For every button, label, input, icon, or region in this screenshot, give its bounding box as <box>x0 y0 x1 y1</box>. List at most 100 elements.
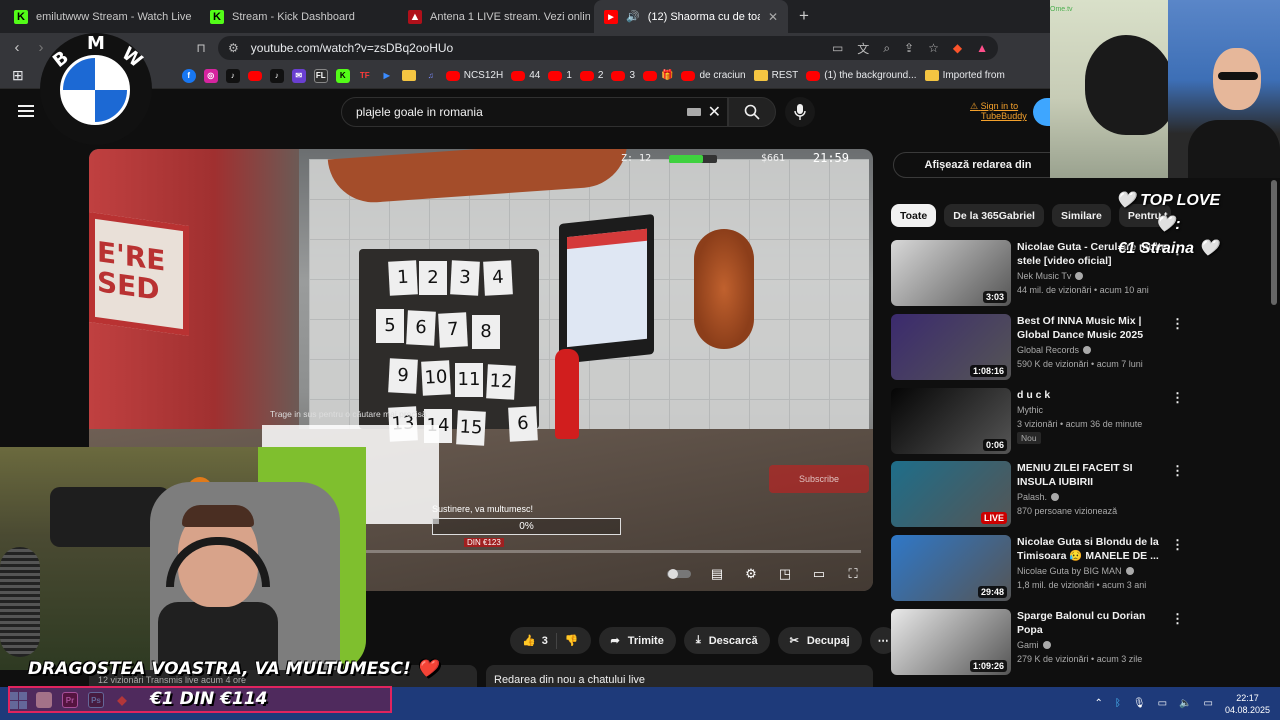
more-vert-icon[interactable]: ⋮ <box>1171 390 1184 406</box>
recommended-video[interactable]: 0:06 d u c k Mythic 3 vizionări • acum 36 d… <box>891 388 1271 456</box>
bookmark-item[interactable]: 44 <box>511 70 540 81</box>
bookmark-item[interactable]: de craciun <box>681 70 746 81</box>
channel-name[interactable]: Palash. <box>1017 492 1060 502</box>
menu-icon[interactable] <box>18 105 34 117</box>
bookmark-item[interactable]: NCS12H <box>445 70 503 81</box>
star-icon[interactable]: ☆ <box>928 41 939 55</box>
show-chat-replay-button[interactable]: Afișează redarea din <box>893 152 1063 178</box>
bookmark-item[interactable] <box>401 70 416 81</box>
bookmark-item[interactable]: 2 <box>579 70 603 81</box>
like-button[interactable]: 👍 3 <box>522 634 548 648</box>
bookmark-item[interactable]: (1) the background... <box>806 70 917 81</box>
forward-button[interactable]: › <box>32 39 50 57</box>
clear-search-icon[interactable]: ✕ <box>708 102 721 122</box>
video-title[interactable]: MENIU ZILEI FACEIT SI INSULA IUBIRII <box>1017 461 1167 489</box>
chevron-up-icon[interactable]: ⌃ <box>1095 698 1103 709</box>
bluetooth-icon[interactable]: ᛒ <box>1115 698 1121 709</box>
miniplayer-icon[interactable]: ◳ <box>777 566 793 581</box>
zoom-icon[interactable]: ⌕ <box>883 41 890 56</box>
bookmark-item[interactable]: ♫ <box>424 69 438 83</box>
recommended-video[interactable]: LIVE MENIU ZILEI FACEIT SI INSULA IUBIRII… <box>891 461 1271 529</box>
autoplay-toggle-icon[interactable] <box>667 567 691 581</box>
translate-icon[interactable]: 文 <box>857 40 869 57</box>
video-thumbnail[interactable]: 1:08:16 <box>891 314 1011 380</box>
brave-shield-icon[interactable]: ◆ <box>953 41 962 55</box>
share-button[interactable]: ➦ Trimite <box>598 627 676 654</box>
video-title[interactable]: Nicolae Guta si Blondu de la Timisoara 😥… <box>1017 535 1167 563</box>
video-title[interactable]: d u c k <box>1017 388 1167 402</box>
chip-all[interactable]: Toate <box>891 204 937 227</box>
chip-from-channel[interactable]: De la 365Gabriel <box>944 204 1044 227</box>
recommended-video[interactable]: 29:48 Nicolae Guta si Blondu de la Timiso… <box>891 535 1271 603</box>
bookmark-icon[interactable]: ⊓ <box>192 39 210 57</box>
video-thumbnail[interactable]: LIVE <box>891 461 1011 527</box>
search-button[interactable] <box>728 97 776 127</box>
bookmark-item[interactable]: 1 <box>548 70 572 81</box>
display-icon[interactable]: ▭ <box>1158 698 1167 709</box>
settings-icon[interactable]: ⚙ <box>743 566 759 581</box>
dislike-button[interactable]: 👎 <box>565 634 579 647</box>
bookmark-item[interactable]: TF <box>358 69 372 83</box>
more-vert-icon[interactable]: ⋮ <box>1171 611 1184 627</box>
apps-grid-icon[interactable]: ⊞ <box>12 67 24 84</box>
channel-name[interactable]: Nek Music Tv <box>1017 271 1084 281</box>
bookmark-item[interactable]: REST <box>753 70 798 81</box>
video-meta: 279 K de vizionări • acum 3 zile <box>1017 654 1143 664</box>
channel-name[interactable]: Mythic <box>1017 405 1043 415</box>
share-icon[interactable]: ⇪ <box>904 41 914 55</box>
bookmark-item[interactable]: ♪ <box>269 68 284 83</box>
more-vert-icon[interactable]: ⋮ <box>1171 463 1184 479</box>
speaker-icon[interactable]: 🔈 <box>1179 698 1191 709</box>
more-vert-icon[interactable]: ⋮ <box>1171 316 1184 332</box>
bookmark-item[interactable] <box>247 70 262 81</box>
recommended-video[interactable]: 1:09:26 Sparge Balonul cu Dorian Popa Gami… <box>891 609 1271 677</box>
tubebuddy-signin-link[interactable]: ⚠ Sign in to TubeBuddy <box>970 101 1027 121</box>
more-vert-icon[interactable]: ⋮ <box>1171 537 1184 553</box>
fullscreen-icon[interactable]: ⛶ <box>845 566 861 581</box>
video-thumbnail[interactable]: 0:06 <box>891 388 1011 454</box>
video-thumbnail[interactable]: 1:09:26 <box>891 609 1011 675</box>
download-button[interactable]: ⤓ Descarcă <box>683 627 770 654</box>
bookmark-item[interactable]: K <box>335 68 350 83</box>
battery-icon[interactable]: ▭ <box>1204 698 1213 709</box>
channel-name[interactable]: Global Records <box>1017 345 1092 355</box>
clip-button[interactable]: ✂ Decupaj <box>777 627 862 654</box>
chip-related[interactable]: Similare <box>1051 204 1111 227</box>
channel-name[interactable]: Gami <box>1017 640 1051 650</box>
subtitles-icon[interactable]: ▤ <box>709 566 725 581</box>
close-tab-icon[interactable]: ✕ <box>768 10 778 24</box>
microphone-icon[interactable]: 🎙 <box>1133 698 1146 709</box>
sidebar-scrollbar[interactable] <box>1271 180 1277 305</box>
voice-search-button[interactable] <box>785 97 815 127</box>
top-love-title: 🤍 TOP LOVE 🤍: <box>1115 192 1221 233</box>
video-title[interactable]: Best Of INNA Music Mix | Global Dance Mu… <box>1017 314 1167 342</box>
browser-tab[interactable]: ▲ Antena 1 LIVE stream. Vezi online pe <box>398 0 590 33</box>
video-thumbnail[interactable]: 3:03 <box>891 240 1011 306</box>
bookmark-item[interactable]: ▶ <box>380 69 394 83</box>
video-thumbnail[interactable]: 29:48 <box>891 535 1011 601</box>
taskbar-clock[interactable]: 22:17 04.08.2025 <box>1225 692 1270 716</box>
new-tab-button[interactable]: + <box>795 6 813 26</box>
url-field[interactable]: ⚙ youtube.com/watch?v=zsDBq2ooHUo ▭ 文 ⌕ … <box>218 36 998 60</box>
bookmark-item[interactable]: Imported from <box>924 70 1005 81</box>
cast-icon[interactable]: ▭ <box>832 41 843 55</box>
brave-rewards-icon[interactable]: ▲ <box>976 41 988 55</box>
bookmark-item[interactable]: ✉ <box>291 68 306 83</box>
theater-mode-icon[interactable]: ▭ <box>811 566 827 581</box>
bookmark-item[interactable]: f <box>181 68 196 83</box>
bookmark-item[interactable]: 3 <box>611 70 635 81</box>
recommended-video[interactable]: 1:08:16 Best Of INNA Music Mix | Global D… <box>891 314 1271 382</box>
site-info-icon[interactable]: ⚙ <box>228 41 239 55</box>
bookmark-item[interactable]: ♪ <box>225 68 240 83</box>
browser-tab[interactable]: K emilutwww Stream - Watch Live on K <box>4 0 194 33</box>
bookmark-item[interactable]: 🎁 <box>643 70 673 81</box>
bookmark-item[interactable]: FL <box>313 68 328 83</box>
back-button[interactable]: ‹ <box>8 39 26 57</box>
browser-tab-active[interactable]: ▶ 🔊 (12) Shaorma cu de toate! - Y ✕ <box>594 0 788 33</box>
keyboard-icon[interactable] <box>687 108 701 116</box>
bookmark-item[interactable]: ◎ <box>203 68 218 83</box>
video-title[interactable]: Sparge Balonul cu Dorian Popa <box>1017 609 1167 637</box>
browser-tab[interactable]: K Stream - Kick Dashboard <box>200 0 395 33</box>
search-input[interactable]: plajele goale in romania ✕ <box>341 97 728 127</box>
channel-name[interactable]: Nicolae Guta by BIG MAN <box>1017 566 1134 576</box>
